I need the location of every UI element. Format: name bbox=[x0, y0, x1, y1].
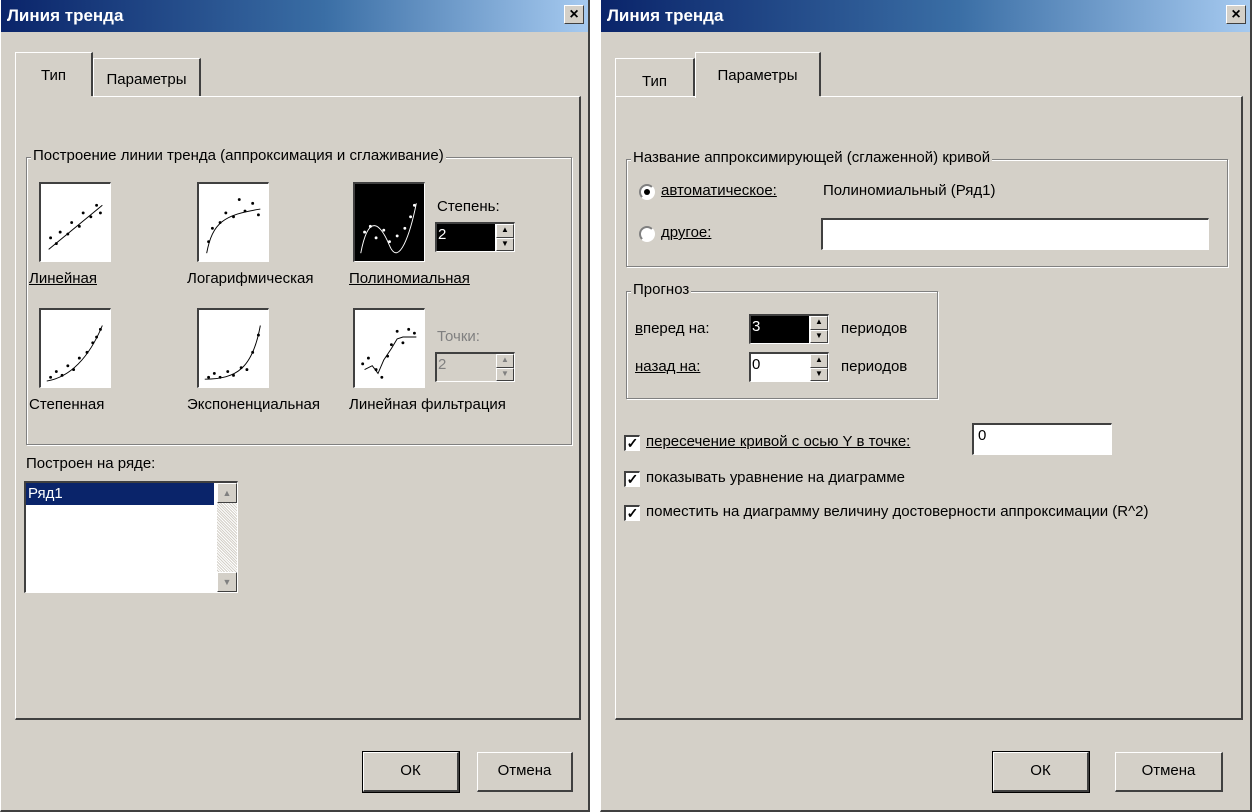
degree-spin-buttons: ▲ ▼ bbox=[496, 224, 514, 251]
points-spin-buttons: ▲ ▼ bbox=[496, 354, 514, 381]
dialog-title: Линия тренда bbox=[607, 6, 724, 25]
moving-average-type-label[interactable]: Линейная фильтрация bbox=[349, 396, 506, 413]
power-type-option[interactable] bbox=[39, 308, 111, 388]
custom-name-label[interactable]: другое: bbox=[661, 224, 711, 241]
logarithmic-trend-icon bbox=[206, 198, 261, 254]
close-button[interactable]: × bbox=[1226, 5, 1246, 24]
title-bar[interactable]: Линия тренда × bbox=[601, 0, 1250, 32]
curve-name-group: Название аппроксимирующей (сглаженной) к… bbox=[626, 149, 1228, 267]
moving-average-type-option[interactable] bbox=[353, 308, 425, 388]
intercept-label[interactable]: пересечение кривой с осью Y в точке: bbox=[646, 433, 910, 450]
exponential-type-label[interactable]: Экспоненциальная bbox=[187, 396, 320, 413]
points-up-arrow-icon: ▲ bbox=[496, 354, 514, 368]
degree-spinner[interactable]: 2 ▲ ▼ bbox=[435, 222, 515, 252]
custom-name-radio[interactable] bbox=[639, 226, 655, 242]
auto-name-label[interactable]: автоматическое: bbox=[661, 182, 777, 199]
backward-up-arrow-icon[interactable]: ▲ bbox=[810, 354, 828, 368]
forward-periods-label: периодов bbox=[841, 320, 908, 337]
power-type-label[interactable]: Степенная bbox=[29, 396, 104, 413]
exponential-trend-icon bbox=[204, 325, 261, 380]
series-scrollbar[interactable]: ▲ ▼ bbox=[217, 483, 237, 592]
points-spinner: 2 ▲ ▼ bbox=[435, 352, 515, 382]
moving-average-trend-icon bbox=[361, 327, 417, 379]
series-label: Построен на ряде: bbox=[26, 455, 156, 472]
linear-type-label[interactable]: Линейная bbox=[29, 270, 97, 287]
show-equation-label[interactable]: показывать уравнение на диаграмме bbox=[646, 469, 905, 486]
ok-button[interactable]: ОК bbox=[992, 751, 1090, 793]
close-button[interactable]: × bbox=[564, 5, 584, 24]
scroll-up-arrow-icon[interactable]: ▲ bbox=[217, 483, 237, 503]
forward-down-arrow-icon[interactable]: ▼ bbox=[810, 329, 828, 343]
forecast-group-title: Прогноз bbox=[631, 281, 692, 298]
show-r2-label[interactable]: поместить на диаграмму величину достовер… bbox=[646, 503, 1148, 520]
degree-value[interactable]: 2 bbox=[437, 224, 495, 251]
trendline-dialog-parameters: Линия тренда × Тип Параметры Название ап… bbox=[600, 0, 1252, 812]
logarithmic-type-option[interactable] bbox=[197, 182, 269, 262]
scroll-down-arrow-icon[interactable]: ▼ bbox=[217, 572, 237, 592]
custom-name-input[interactable] bbox=[821, 218, 1209, 250]
power-trend-icon bbox=[46, 325, 103, 382]
logarithmic-type-label[interactable]: Логарифмическая bbox=[187, 270, 313, 287]
forecast-group: Прогноз вперед на: 3 ▲ ▼ периодов назад … bbox=[626, 281, 938, 399]
points-label: Точки: bbox=[437, 328, 480, 345]
polynomial-type-label[interactable]: Полиномиальная bbox=[349, 270, 470, 287]
trend-type-group: Построение линии тренда (аппроксимация и… bbox=[26, 147, 572, 445]
curve-name-group-title: Название аппроксимирующей (сглаженной) к… bbox=[631, 149, 993, 166]
backward-spin-buttons: ▲ ▼ bbox=[810, 354, 828, 381]
title-bar[interactable]: Линия тренда × bbox=[1, 0, 588, 32]
auto-name-radio[interactable] bbox=[639, 184, 655, 200]
backward-periods-label: периодов bbox=[841, 358, 908, 375]
exponential-type-option[interactable] bbox=[197, 308, 269, 388]
forward-label: вперед на: bbox=[635, 320, 710, 337]
degree-down-arrow-icon[interactable]: ▼ bbox=[496, 237, 514, 251]
tab-panel-parameters: Название аппроксимирующей (сглаженной) к… bbox=[615, 96, 1243, 720]
linear-type-option[interactable] bbox=[39, 182, 111, 262]
points-down-arrow-icon: ▼ bbox=[496, 367, 514, 381]
cancel-button[interactable]: Отмена bbox=[1115, 752, 1223, 792]
backward-value[interactable]: 0 bbox=[751, 354, 807, 381]
auto-name-value: Полиномиальный (Ряд1) bbox=[823, 182, 996, 199]
polynomial-trend-icon bbox=[360, 203, 417, 254]
tab-panel-type: Построение линии тренда (аппроксимация и… bbox=[15, 96, 581, 720]
trendline-dialog-type: Линия тренда × Тип Параметры Построение … bbox=[0, 0, 590, 812]
backward-spinner[interactable]: 0 ▲ ▼ bbox=[749, 352, 829, 382]
trend-type-group-title: Построение линии тренда (аппроксимация и… bbox=[31, 147, 446, 164]
forward-up-arrow-icon[interactable]: ▲ bbox=[810, 316, 828, 330]
tab-type[interactable]: Тип bbox=[15, 52, 93, 100]
backward-down-arrow-icon[interactable]: ▼ bbox=[810, 367, 828, 381]
tab-parameters[interactable]: Параметры bbox=[695, 52, 821, 100]
show-r2-checkbox[interactable]: ✓ bbox=[624, 505, 640, 521]
polynomial-type-option[interactable] bbox=[353, 182, 425, 262]
degree-up-arrow-icon[interactable]: ▲ bbox=[496, 224, 514, 238]
ok-button[interactable]: ОК bbox=[362, 751, 460, 793]
backward-label: назад на: bbox=[635, 358, 701, 375]
linear-trend-icon bbox=[48, 203, 103, 250]
forward-spin-buttons: ▲ ▼ bbox=[810, 316, 828, 343]
intercept-checkbox[interactable]: ✓ bbox=[624, 435, 640, 451]
degree-label: Степень: bbox=[437, 198, 500, 215]
forward-value[interactable]: 3 bbox=[751, 316, 809, 343]
tab-parameters[interactable]: Параметры bbox=[93, 58, 201, 96]
tab-type[interactable]: Тип bbox=[615, 58, 695, 96]
intercept-input[interactable]: 0 bbox=[972, 423, 1112, 455]
points-value: 2 bbox=[438, 356, 447, 373]
forward-spinner[interactable]: 3 ▲ ▼ bbox=[749, 314, 829, 344]
dialog-title: Линия тренда bbox=[7, 6, 124, 25]
cancel-button[interactable]: Отмена bbox=[477, 752, 573, 792]
series-list-item[interactable]: Ряд1 bbox=[26, 483, 214, 505]
series-listbox[interactable]: Ряд1 ▲ ▼ bbox=[24, 481, 238, 593]
show-equation-checkbox[interactable]: ✓ bbox=[624, 471, 640, 487]
